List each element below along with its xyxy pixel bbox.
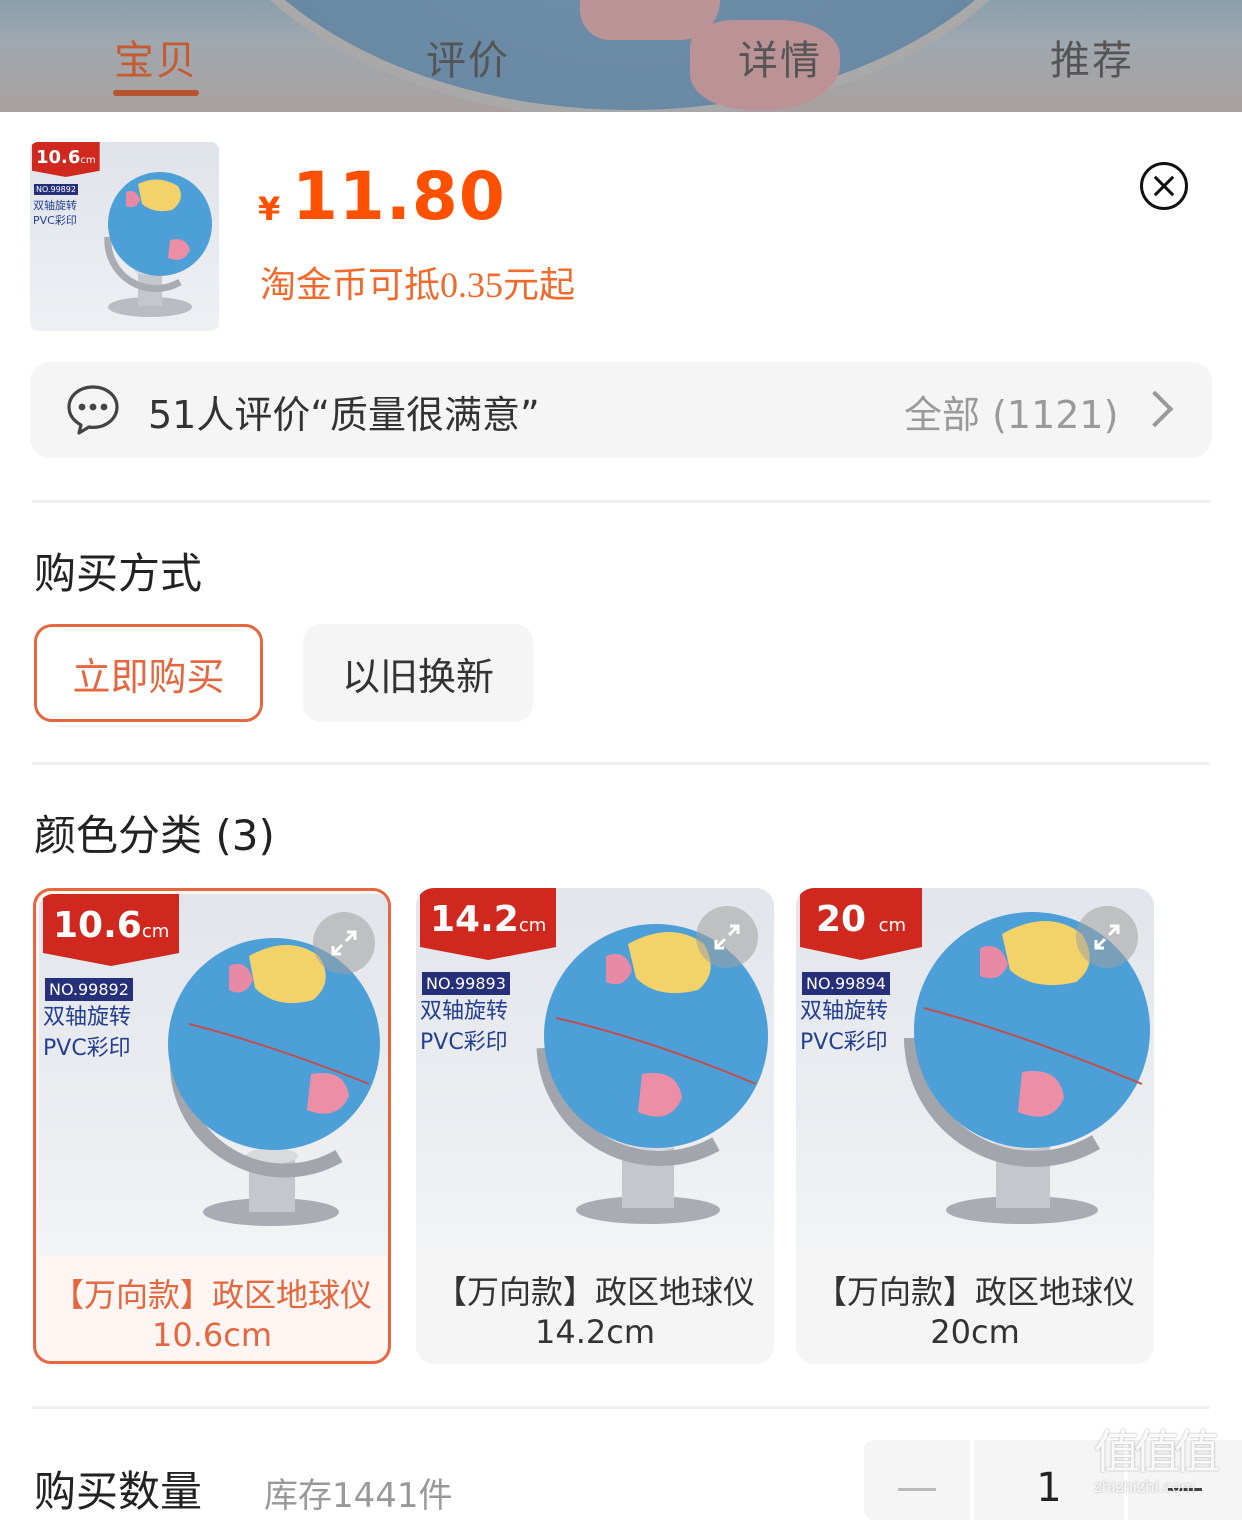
sku-label: 【万向款】政区地球仪 14.2cm bbox=[434, 1273, 755, 1351]
divider bbox=[32, 500, 1210, 503]
divider bbox=[32, 762, 1210, 765]
sku-option-10-6cm[interactable]: 10.6cm NO.99892 双轴旋转 PVC彩印 【万向款】政区地球仪 10.… bbox=[33, 888, 391, 1364]
stock-count: 库存1441件 bbox=[264, 1476, 453, 1516]
divider bbox=[32, 1406, 1210, 1409]
thumb-model-no: NO.99892 bbox=[34, 184, 78, 195]
model-number-label: NO.99893 bbox=[422, 972, 510, 995]
tab-recommend[interactable]: 推荐 bbox=[1050, 28, 1134, 86]
expand-icon[interactable] bbox=[696, 906, 758, 968]
expand-icon[interactable] bbox=[1076, 906, 1138, 968]
active-tab-indicator bbox=[113, 90, 199, 96]
sku-option-14-2cm[interactable]: 14.2cm NO.99893 双轴旋转 PVC彩印 【万向款】政区地球仪 14.… bbox=[416, 888, 774, 1364]
review-summary-bar[interactable]: 51人评价“质量很满意” 全部 (1121) bbox=[30, 362, 1212, 458]
size-badge: 20 cm bbox=[800, 888, 923, 960]
decrease-quantity-button[interactable] bbox=[864, 1440, 970, 1520]
buy-now-option[interactable]: 立即购买 bbox=[34, 624, 263, 722]
tab-reviews[interactable]: 评价 bbox=[426, 28, 510, 86]
feature-text: 双轴旋转 PVC彩印 bbox=[800, 999, 889, 1055]
site-watermark: 值值值 zhizhizhi.com bbox=[1094, 1425, 1220, 1496]
model-number-label: NO.99892 bbox=[45, 978, 133, 1001]
sku-image: 14.2cm NO.99893 双轴旋转 PVC彩印 bbox=[416, 888, 774, 1252]
purchase-method-title: 购买方式 bbox=[34, 549, 203, 598]
sku-label: 【万向款】政区地球仪 10.6cm bbox=[51, 1276, 372, 1354]
expand-icon[interactable] bbox=[313, 912, 375, 974]
price-currency-symbol: ¥ bbox=[258, 190, 281, 228]
review-summary-text: 51人评价“质量很满意” bbox=[148, 393, 540, 437]
feature-text: 双轴旋转 PVC彩印 bbox=[43, 1005, 132, 1061]
product-thumbnail[interactable]: 10.6cm NO.99892 双轴旋转 PVC彩印 bbox=[30, 142, 219, 331]
tab-item-baobei[interactable]: 宝贝 bbox=[114, 28, 198, 86]
thumb-feature-text: 双轴旋转 PVC彩印 bbox=[33, 199, 77, 227]
thumb-size-badge: 10.6cm bbox=[32, 142, 100, 177]
sku-image: 10.6cm NO.99892 双轴旋转 PVC彩印 bbox=[39, 894, 388, 1256]
sku-image: 20 cm NO.99894 双轴旋转 PVC彩印 bbox=[796, 888, 1154, 1252]
size-badge: 10.6cm bbox=[43, 894, 180, 966]
trade-in-option[interactable]: 以旧换新 bbox=[303, 624, 533, 722]
sku-option-20cm[interactable]: 20 cm NO.99894 双轴旋转 PVC彩印 【万向款】政区地球仪 20cm bbox=[796, 888, 1154, 1364]
tab-details[interactable]: 详情 bbox=[738, 28, 822, 86]
all-reviews-link[interactable]: 全部 (1121) bbox=[904, 384, 1118, 439]
price-value: 11.80 bbox=[292, 158, 506, 235]
taojinbi-discount-note: 淘金币可抵0.35元起 bbox=[260, 265, 576, 305]
top-tab-bar: 宝贝 评价 详情 推荐 bbox=[0, 0, 1242, 112]
feature-text: 双轴旋转 PVC彩印 bbox=[420, 999, 509, 1055]
chevron-right-icon bbox=[1136, 390, 1174, 428]
color-category-title: 颜色分类 (3) bbox=[34, 811, 275, 860]
model-number-label: NO.99894 bbox=[802, 972, 890, 995]
comment-bubble-icon bbox=[67, 385, 119, 435]
close-icon[interactable] bbox=[1140, 162, 1188, 210]
size-badge: 14.2cm bbox=[420, 888, 557, 960]
quantity-title: 购买数量 bbox=[34, 1467, 203, 1516]
sku-label: 【万向款】政区地球仪 20cm bbox=[814, 1273, 1135, 1351]
